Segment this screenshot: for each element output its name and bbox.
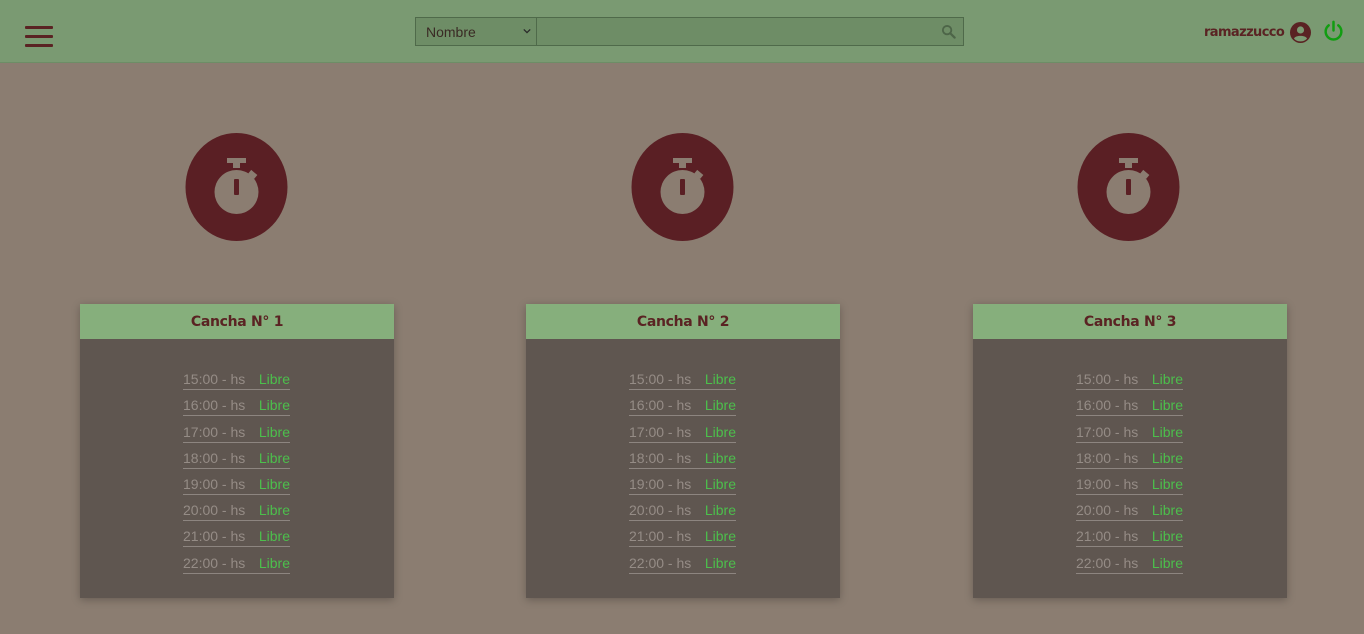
slot-status[interactable]: Libre: [259, 502, 290, 518]
power-icon[interactable]: [1322, 20, 1345, 43]
slot-row[interactable]: 18:00 - hs Libre: [1076, 443, 1183, 469]
slot-status[interactable]: Libre: [705, 555, 736, 571]
slot-time: 18:00 - hs: [183, 449, 246, 466]
slot-status[interactable]: Libre: [259, 397, 290, 413]
slot-row[interactable]: 17:00 - hs Libre: [1076, 416, 1183, 443]
slot-status[interactable]: Libre: [259, 528, 290, 544]
stopwatch-icon: [1077, 133, 1180, 241]
slot-time: 21:00 - hs: [183, 528, 246, 545]
court-card: Cancha N° 1 15:00 - hs Libre 16:00 - hs Li…: [80, 304, 394, 598]
slot-status[interactable]: Libre: [1152, 502, 1183, 518]
slot-row[interactable]: 19:00 - hs Libre: [1076, 469, 1183, 495]
slot-row[interactable]: 21:00 - hs Libre: [629, 521, 736, 548]
slot-time: 20:00 - hs: [1076, 502, 1139, 519]
slot-status[interactable]: Libre: [705, 450, 736, 466]
username: ramazzucco: [1204, 24, 1285, 40]
slot-time: 15:00 - hs: [183, 371, 246, 388]
slot-time: 21:00 - hs: [629, 528, 692, 545]
slot-time: 22:00 - hs: [629, 554, 692, 571]
slot-list: 15:00 - hs Libre 16:00 - hs Libre 17:00 - …: [973, 339, 1287, 574]
slot-time: 17:00 - hs: [183, 423, 246, 440]
slot-time: 20:00 - hs: [183, 502, 246, 519]
search-filter-select[interactable]: Nombre: [415, 17, 537, 46]
court-title: Cancha N° 1: [80, 304, 394, 339]
slot-status[interactable]: Libre: [705, 371, 736, 387]
slot-status[interactable]: Libre: [259, 371, 290, 387]
slot-status[interactable]: Libre: [1152, 528, 1183, 544]
slot-row[interactable]: 22:00 - hs Libre: [1076, 547, 1183, 574]
slot-time: 16:00 - hs: [629, 397, 692, 414]
slot-row[interactable]: 15:00 - hs Libre: [1076, 364, 1183, 391]
slot-status[interactable]: Libre: [1152, 450, 1183, 466]
court-title: Cancha N° 3: [973, 304, 1287, 339]
slot-status[interactable]: Libre: [1152, 397, 1183, 413]
slot-row[interactable]: 17:00 - hs Libre: [629, 416, 736, 443]
slot-status[interactable]: Libre: [705, 424, 736, 440]
slot-time: 15:00 - hs: [1076, 371, 1139, 388]
search-icon[interactable]: [941, 24, 956, 39]
slot-time: 21:00 - hs: [1076, 528, 1139, 545]
court-title: Cancha N° 2: [526, 304, 840, 339]
slot-row[interactable]: 20:00 - hs Libre: [1076, 495, 1183, 522]
slot-list: 15:00 - hs Libre 16:00 - hs Libre 17:00 - …: [526, 339, 840, 574]
slot-time: 17:00 - hs: [629, 423, 692, 440]
slot-row[interactable]: 15:00 - hs Libre: [183, 364, 290, 391]
slot-status[interactable]: Libre: [1152, 424, 1183, 440]
search-bar: Nombre: [415, 17, 964, 46]
slot-row[interactable]: 20:00 - hs Libre: [629, 495, 736, 522]
slot-row[interactable]: 21:00 - hs Libre: [1076, 521, 1183, 548]
slot-row[interactable]: 19:00 - hs Libre: [629, 469, 736, 495]
slot-status[interactable]: Libre: [259, 450, 290, 466]
search-input[interactable]: [537, 17, 964, 46]
slot-status[interactable]: Libre: [259, 476, 290, 492]
slot-status[interactable]: Libre: [1152, 555, 1183, 571]
menu-icon[interactable]: [25, 26, 53, 48]
slot-time: 22:00 - hs: [183, 554, 246, 571]
slot-row[interactable]: 21:00 - hs Libre: [183, 521, 290, 548]
slot-status[interactable]: Libre: [705, 476, 736, 492]
slot-time: 18:00 - hs: [1076, 449, 1139, 466]
slot-time: 17:00 - hs: [1076, 423, 1139, 440]
slot-row[interactable]: 19:00 - hs Libre: [183, 469, 290, 495]
slot-list: 15:00 - hs Libre 16:00 - hs Libre 17:00 - …: [80, 339, 394, 574]
slot-time: 22:00 - hs: [1076, 554, 1139, 571]
slot-row[interactable]: 16:00 - hs Libre: [629, 390, 736, 417]
court-card: Cancha N° 3 15:00 - hs Libre 16:00 - hs Li…: [973, 304, 1287, 598]
slot-status[interactable]: Libre: [705, 528, 736, 544]
slot-row[interactable]: 16:00 - hs Libre: [1076, 390, 1183, 417]
slot-status[interactable]: Libre: [259, 555, 290, 571]
slot-status[interactable]: Libre: [1152, 371, 1183, 387]
slot-status[interactable]: Libre: [259, 424, 290, 440]
slot-row[interactable]: 22:00 - hs Libre: [629, 547, 736, 574]
court-card: Cancha N° 2 15:00 - hs Libre 16:00 - hs Li…: [526, 304, 840, 598]
slot-row[interactable]: 18:00 - hs Libre: [183, 443, 290, 469]
user-area: ramazzucco: [1204, 21, 1312, 43]
slot-status[interactable]: Libre: [1152, 476, 1183, 492]
slot-row[interactable]: 15:00 - hs Libre: [629, 364, 736, 391]
slot-status[interactable]: Libre: [705, 397, 736, 413]
top-bar: Nombre ramazzucco: [0, 0, 1364, 63]
slot-time: 18:00 - hs: [629, 449, 692, 466]
stopwatch-icon: [631, 133, 734, 241]
slot-row[interactable]: 18:00 - hs Libre: [629, 443, 736, 469]
slot-time: 19:00 - hs: [183, 475, 246, 492]
slot-status[interactable]: Libre: [705, 502, 736, 518]
user-avatar-icon[interactable]: [1290, 21, 1312, 43]
slot-time: 19:00 - hs: [629, 475, 692, 492]
slot-time: 20:00 - hs: [629, 502, 692, 519]
search-filter-wrapper: Nombre: [415, 17, 537, 46]
slot-time: 19:00 - hs: [1076, 475, 1139, 492]
slot-time: 16:00 - hs: [183, 397, 246, 414]
slot-row[interactable]: 17:00 - hs Libre: [183, 416, 290, 443]
stopwatch-icon: [185, 133, 288, 241]
slot-row[interactable]: 20:00 - hs Libre: [183, 495, 290, 522]
slot-row[interactable]: 22:00 - hs Libre: [183, 547, 290, 574]
slot-row[interactable]: 16:00 - hs Libre: [183, 390, 290, 417]
slot-time: 15:00 - hs: [629, 371, 692, 388]
slot-time: 16:00 - hs: [1076, 397, 1139, 414]
